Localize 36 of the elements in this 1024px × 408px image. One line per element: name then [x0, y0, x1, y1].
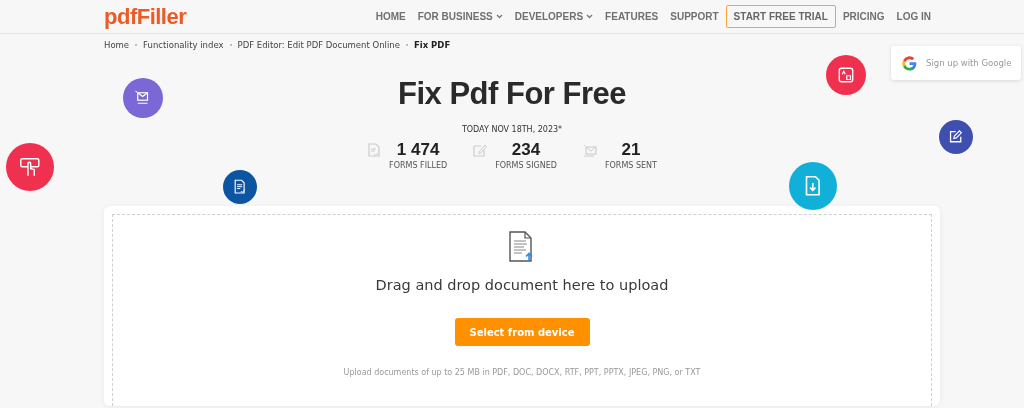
google-signup-button[interactable]: Sign up with Google — [891, 46, 1021, 80]
google-icon — [901, 54, 918, 72]
nav-link[interactable]: LOG IN — [891, 5, 936, 28]
nav-link[interactable]: HOME — [370, 5, 411, 28]
nav-link[interactable]: FEATURES — [600, 5, 664, 28]
nav-link[interactable]: PRICING — [837, 5, 890, 28]
breadcrumb-link[interactable]: Functionality index — [143, 40, 224, 50]
image-icon — [837, 66, 855, 84]
pencil-icon — [473, 143, 488, 157]
edit-icon — [948, 129, 964, 145]
stat-value: 234 — [511, 140, 541, 160]
envelope-icon — [582, 143, 597, 157]
page-title: Fix Pdf For Free — [398, 76, 626, 112]
breadcrumb-link[interactable]: Home — [104, 40, 130, 50]
stat-value: 21 — [621, 140, 641, 160]
hand-tap-icon — [19, 156, 41, 178]
stat-label: FORMS SENT — [604, 161, 657, 170]
caret-icon — [586, 14, 594, 19]
stat-label: FORMS FILLED — [389, 161, 448, 170]
nav-dropdown[interactable]: DEVELOPERS — [509, 5, 599, 28]
document-upload-icon — [509, 231, 535, 263]
stats-date: TODAY NOV 18TH, 2023* — [461, 125, 563, 134]
stat-label: FORMS SIGNED — [495, 161, 557, 170]
nav-link[interactable]: SUPPORT — [665, 5, 724, 28]
document-icon — [367, 143, 382, 157]
upload-note: Upload documents of up to 25 MB in PDF, DOC, DOCX, RTF, PPT, PPTX, JPEG, PNG, or TXT — [343, 368, 701, 377]
drop-zone[interactable]: Drag and drop document here to upload Select from device Upload documents of up to 25 MB in PDF, DOC, DOCX, RTF, PPT, PPTX, JPEG, PNG, or TXT — [112, 214, 932, 406]
upload-prompt: Drag and drop document here to upload — [375, 277, 669, 293]
stat-value: 1 474 — [396, 140, 440, 160]
current-page-label: Fix PDF — [413, 40, 451, 50]
caret-icon — [495, 14, 503, 19]
document-icon — [232, 179, 248, 195]
trial-button[interactable]: START FREE TRIAL — [725, 5, 836, 28]
nav-dropdown[interactable]: FOR BUSINESS — [412, 5, 508, 28]
logo[interactable]: pdfFiller — [104, 3, 187, 30]
breadcrumb-link[interactable]: PDF Editor: Edit PDF Document Online — [237, 40, 400, 50]
